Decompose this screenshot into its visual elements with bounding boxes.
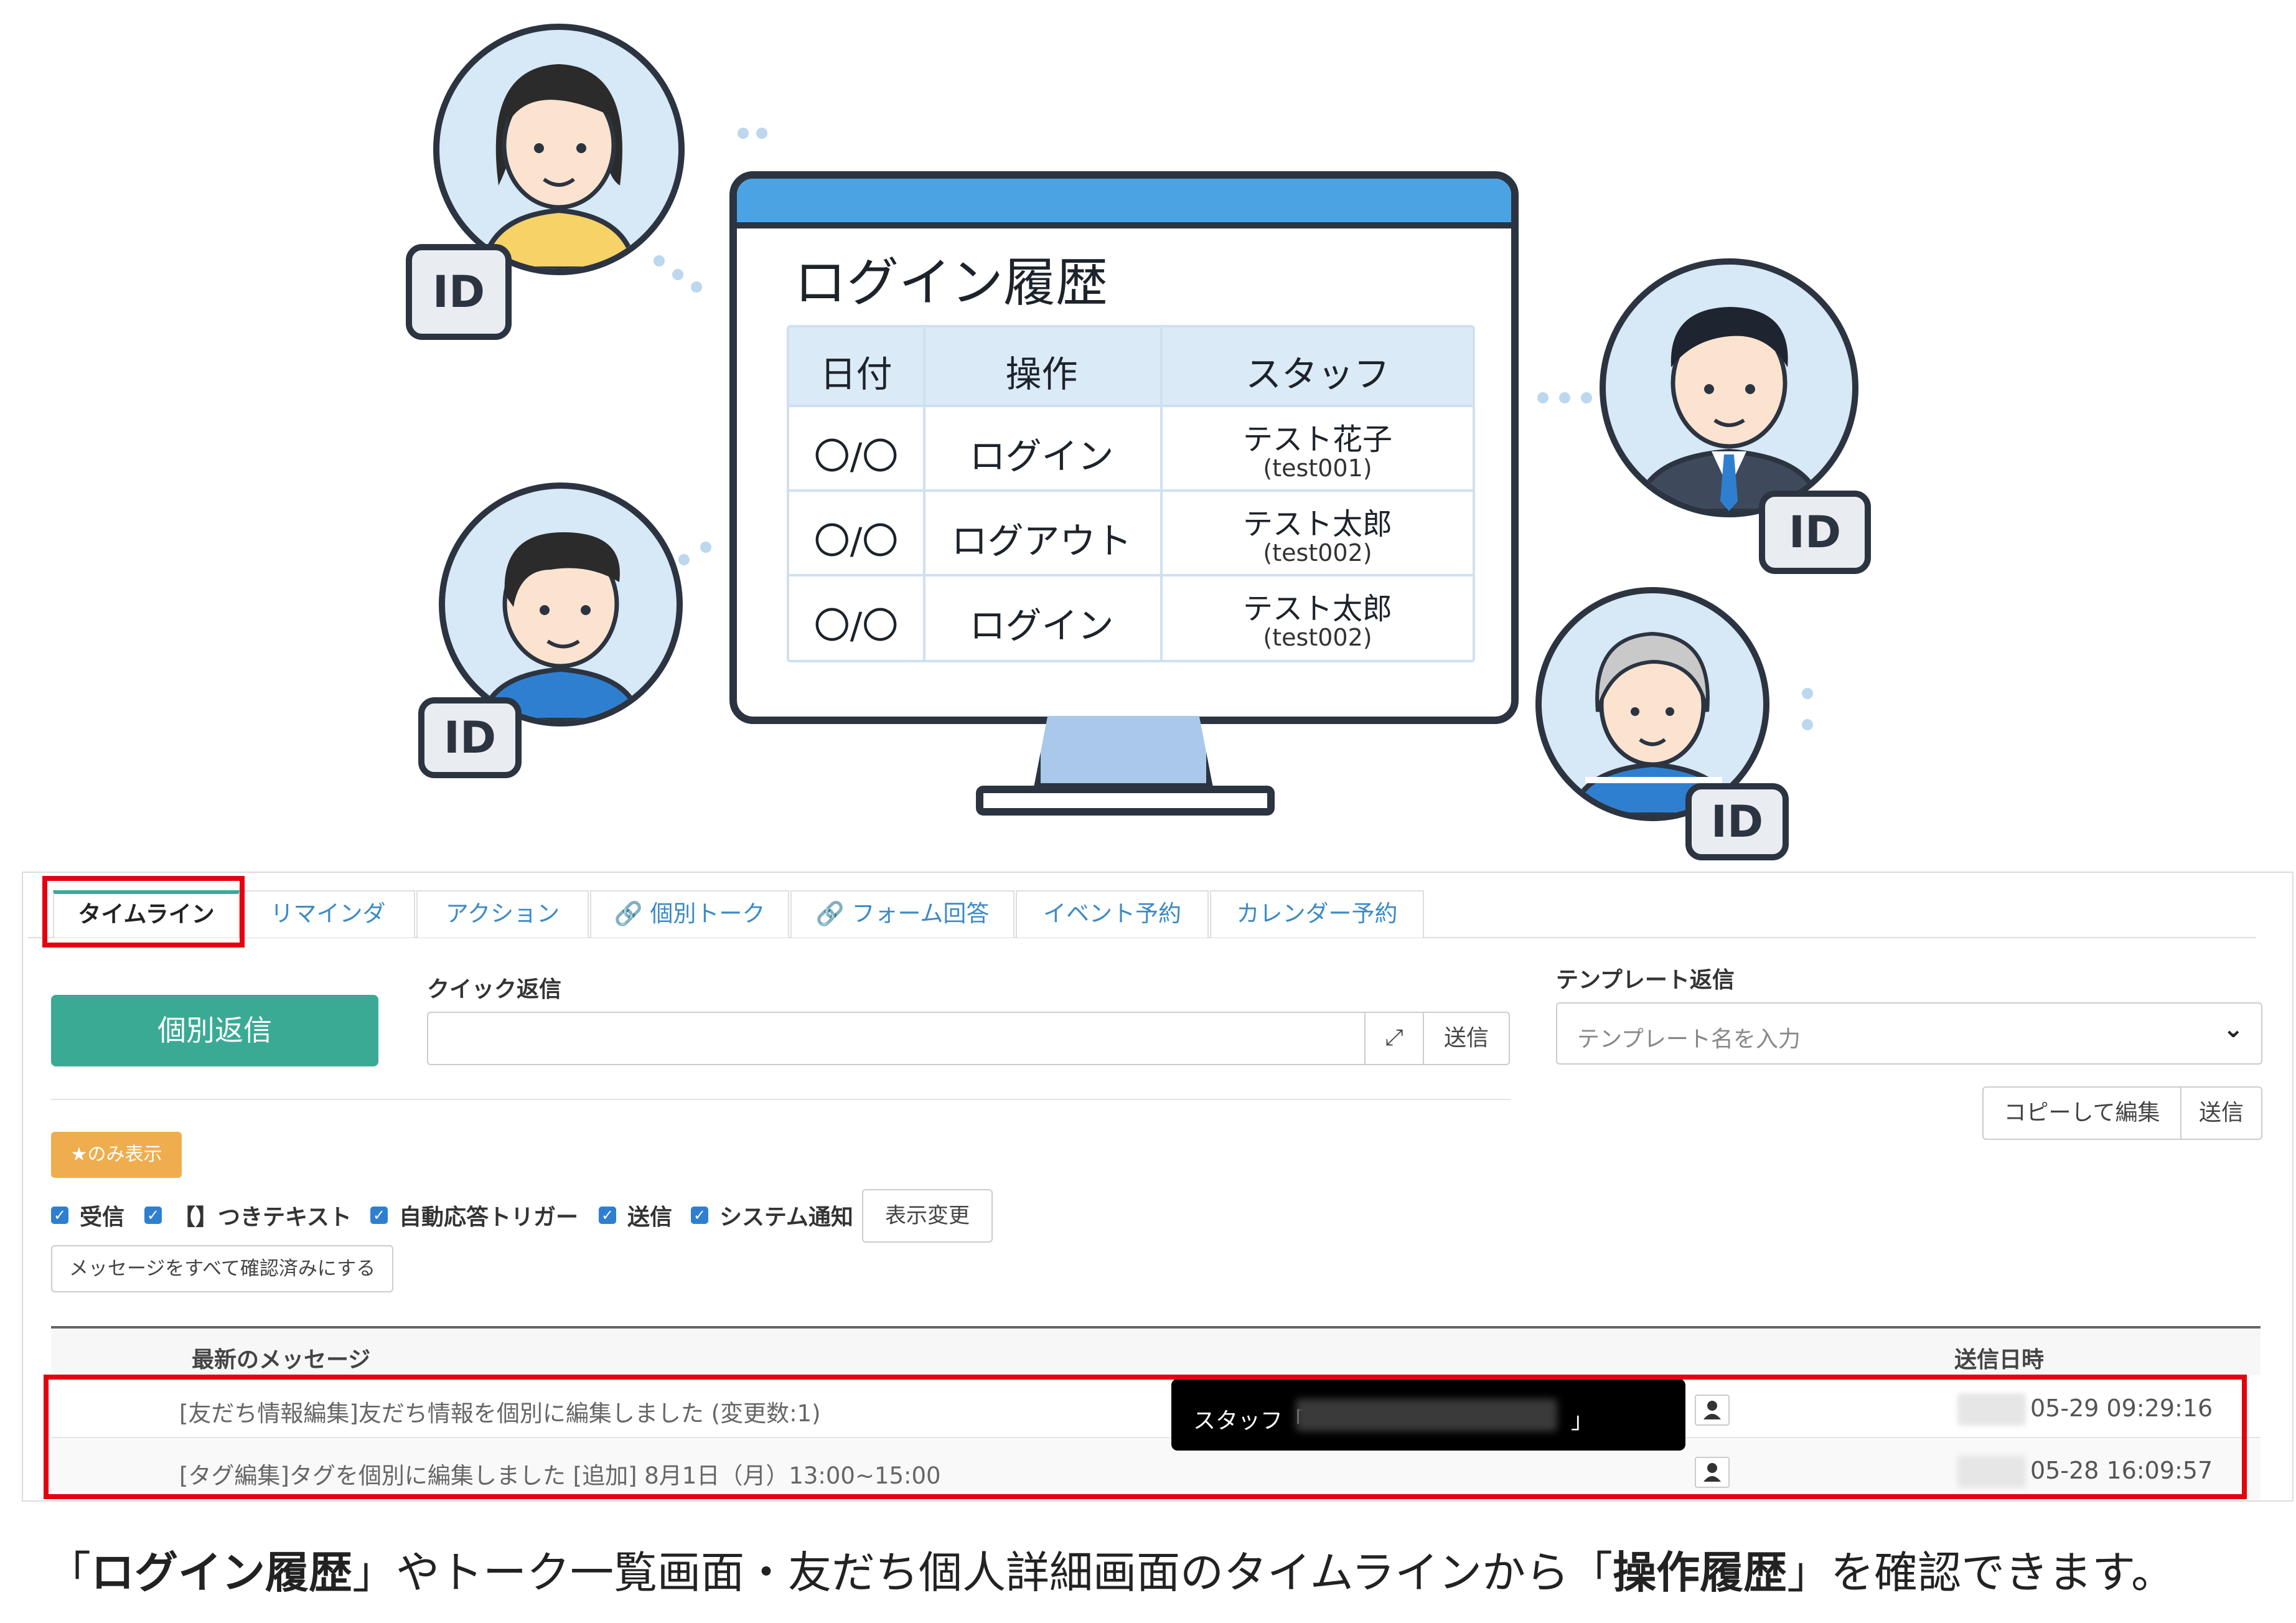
row-date: 〇/〇 <box>813 605 899 647</box>
row-staff-id: (test002) <box>1263 539 1372 567</box>
id-badge: ID <box>406 244 512 340</box>
avatar-businessman <box>1600 258 1858 517</box>
tab-label: フォーム回答 <box>851 900 990 927</box>
tab-calendar-reservation[interactable]: カレンダー予約 <box>1210 890 1424 938</box>
connector-dot <box>700 542 711 553</box>
row-staff-name: テスト太郎 <box>1242 507 1392 542</box>
row-date: 〇/〇 <box>813 520 899 562</box>
row-action: ログアウト <box>951 520 1132 562</box>
quick-reply-label: クイック返信 <box>427 977 562 1002</box>
row-staff-name: テスト太郎 <box>1242 591 1392 626</box>
caption-bold: ログイン履歴 <box>91 1547 352 1598</box>
tab-event-reservation[interactable]: イベント予約 <box>1016 890 1209 938</box>
connector-dot <box>1537 392 1549 403</box>
id-badge: ID <box>1759 491 1871 574</box>
checkbox-auto-reply-trigger[interactable]: ✓ <box>370 1207 388 1224</box>
highlight-box-history <box>44 1375 2247 1499</box>
connector-dot <box>756 128 767 139</box>
row-action: ログイン <box>969 435 1114 477</box>
connector-dot <box>691 281 702 293</box>
avatar-man-casual <box>439 482 683 727</box>
table-divider <box>789 489 1473 492</box>
apply-filter-button[interactable]: 表示変更 <box>862 1189 993 1243</box>
column-header-date: 送信日時 <box>1954 1347 2045 1373</box>
table-divider <box>789 405 1473 407</box>
template-reply-label: テンプレート返信 <box>1556 967 1735 993</box>
tab-reminder[interactable]: リマインダ <box>241 890 415 938</box>
link-icon: 🔗 <box>815 900 852 927</box>
header-staff: スタッフ <box>1245 353 1390 395</box>
connector-dot <box>678 554 690 565</box>
checkbox-label: 受信 <box>80 1205 125 1230</box>
column-header-message: 最新のメッセージ <box>192 1347 371 1373</box>
table-divider <box>789 574 1473 576</box>
connector-dot <box>738 128 749 139</box>
quick-send-button[interactable]: 送信 <box>1423 1012 1510 1065</box>
checkbox-system-notice[interactable]: ✓ <box>691 1207 708 1224</box>
copy-edit-button[interactable]: コピーして編集 <box>1982 1086 2181 1140</box>
row-staff-id: (test001) <box>1263 454 1372 482</box>
template-select[interactable]: テンプレート名を入力 ⌄ <box>1556 1002 2262 1065</box>
checkbox-label: 【】つきテキスト <box>173 1205 352 1230</box>
caption-text: 」やトーク一覧画面・友だち個人詳細画面のタイムラインから「 <box>352 1547 1613 1598</box>
monitor: ログイン履歴 日付 操作 スタッフ 〇/〇 ログイン テスト花子 (test00… <box>729 171 1519 724</box>
checkbox-received[interactable]: ✓ <box>51 1207 68 1224</box>
checkbox-bracket-text[interactable]: ✓ <box>144 1207 162 1224</box>
connector-dot <box>1802 719 1813 730</box>
id-badge: ID <box>418 697 522 778</box>
checkbox-label: 送信 <box>627 1205 673 1230</box>
tab-label: 個別トーク <box>650 900 766 927</box>
connector-dot <box>1581 392 1592 403</box>
expand-icon[interactable]: ⤢ <box>1364 1012 1424 1065</box>
row-action: ログイン <box>969 605 1114 647</box>
template-placeholder: テンプレート名を入力 <box>1577 1027 1801 1052</box>
checkbox-label: 自動応答トリガー <box>399 1205 579 1230</box>
row-staff-name: テスト花子 <box>1242 422 1392 457</box>
quick-reply-input[interactable] <box>427 1012 1366 1065</box>
link-icon: 🔗 <box>614 900 650 927</box>
tab-action[interactable]: アクション <box>416 890 589 938</box>
caption-text: 「 <box>47 1547 91 1598</box>
tab-label: カレンダー予約 <box>1236 900 1398 927</box>
avatar-woman <box>433 24 685 275</box>
checkbox-label: システム通知 <box>719 1205 853 1230</box>
id-badge: ID <box>1685 783 1789 860</box>
caption-bold: 操作履歴 <box>1613 1547 1788 1598</box>
connector-dot <box>1802 688 1813 699</box>
star-only-button[interactable]: ★のみ表示 <box>51 1132 182 1178</box>
header-date: 日付 <box>820 353 893 395</box>
caption: 「ログイン履歴」やトーク一覧画面・友だち個人詳細画面のタイムラインから「操作履歴… <box>47 1538 2175 1601</box>
login-history-table: 日付 操作 スタッフ 〇/〇 ログイン テスト花子 (test001) 〇/〇 … <box>787 325 1475 662</box>
table-header-row <box>51 1329 2261 1375</box>
header-action: 操作 <box>1005 353 1078 395</box>
connector-dot <box>672 269 683 280</box>
caption-text: 」を確認できます。 <box>1787 1547 2175 1598</box>
tab-label: リマインダ <box>270 900 386 927</box>
tab-form-answers[interactable]: 🔗 フォーム回答 <box>790 890 1014 938</box>
monitor-title-bar <box>737 179 1511 228</box>
row-date: 〇/〇 <box>813 435 899 477</box>
mark-all-read-button[interactable]: メッセージをすべて確認済みにする <box>51 1245 393 1292</box>
individual-reply-button[interactable]: 個別返信 <box>51 995 378 1066</box>
tab-individual-talk[interactable]: 🔗 個別トーク <box>590 890 789 938</box>
chevron-down-icon: ⌄ <box>2223 1015 2244 1043</box>
row-staff-id: (test002) <box>1263 624 1372 651</box>
tab-label: イベント予約 <box>1043 900 1181 927</box>
monitor-stand <box>1033 716 1214 791</box>
login-history-illustration: ログイン履歴 日付 操作 スタッフ 〇/〇 ログイン テスト花子 (test00… <box>0 0 2296 860</box>
highlight-box-tab <box>42 876 245 948</box>
checkbox-sent[interactable]: ✓ <box>599 1207 616 1224</box>
divider <box>51 1099 1511 1100</box>
template-send-button[interactable]: 送信 <box>2180 1086 2262 1140</box>
tab-label: アクション <box>445 900 560 927</box>
monitor-base <box>976 786 1275 816</box>
connector-dot <box>1559 392 1570 403</box>
connector-dot <box>654 255 665 266</box>
monitor-title: ログイン履歴 <box>794 252 1108 313</box>
